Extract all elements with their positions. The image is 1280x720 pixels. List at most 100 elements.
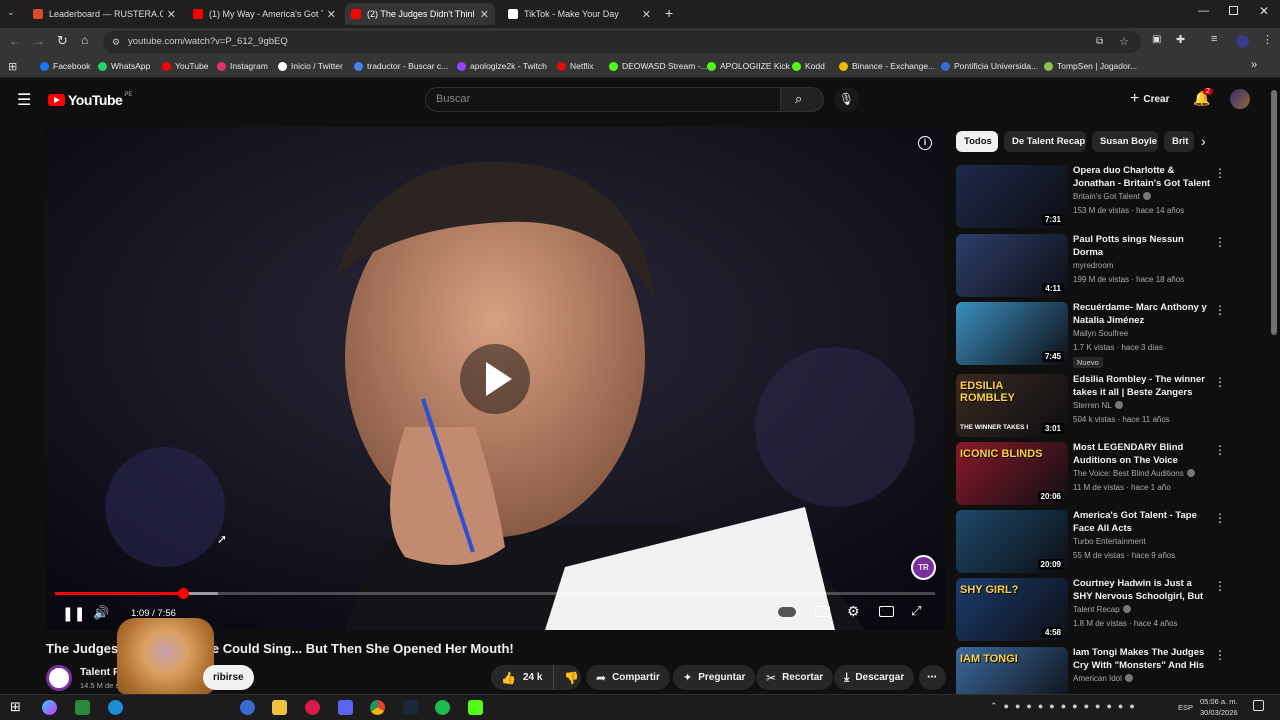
clock-time[interactable]: 05:06 a. m.: [1200, 697, 1238, 706]
browser-tab[interactable]: Leaderboard — RUSTERA.CO | ✕: [27, 3, 182, 25]
bookmark-item[interactable]: Instagram: [217, 61, 268, 71]
recommendation-channel[interactable]: The Voice: Best Blind Auditions: [1073, 469, 1195, 478]
bookmark-item[interactable]: Binance - Exchange...: [839, 61, 935, 71]
steam-icon[interactable]: [403, 700, 418, 715]
recommendation-item[interactable]: 4:11 Paul Potts sings Nessun Dorma myredro…: [956, 234, 1272, 298]
clock-date[interactable]: 30/03/2026: [1200, 708, 1238, 717]
dislike-button[interactable]: 👎: [553, 665, 581, 690]
recommendation-channel[interactable]: American Idol: [1073, 674, 1133, 683]
scrollbar-thumb[interactable]: [1271, 90, 1277, 335]
bookmark-item[interactable]: Kodd: [792, 61, 825, 71]
browser-menu-icon[interactable]: ⋮: [1262, 33, 1273, 46]
bookmark-item[interactable]: WhatsApp: [98, 61, 150, 71]
fullscreen-icon[interactable]: ⤢: [911, 603, 921, 619]
like-button[interactable]: 👍 24 k: [491, 665, 553, 690]
tab-close-icon[interactable]: ✕: [642, 8, 651, 21]
app-icon[interactable]: [240, 700, 255, 715]
extensions-puzzle-icon[interactable]: ✚: [1176, 33, 1185, 46]
filter-chip[interactable]: Brit: [1164, 131, 1194, 152]
recommendation-item[interactable]: 20:09 America's Got Talent - Tape Face Al…: [956, 510, 1272, 574]
recommendation-item[interactable]: ICONIC BLINDS 20:06 Most LEGENDARY Blind A…: [956, 442, 1272, 506]
tab-close-icon[interactable]: ✕: [480, 8, 489, 21]
profile-avatar[interactable]: [1236, 35, 1249, 48]
create-button[interactable]: + Crear: [1122, 87, 1177, 111]
progress-scrubber[interactable]: [177, 588, 189, 599]
more-actions-button[interactable]: ⋯: [919, 665, 946, 690]
recommendation-title[interactable]: Most LEGENDARY Blind Auditions on The Vo…: [1073, 442, 1213, 467]
more-options-icon[interactable]: ⋮: [1214, 235, 1226, 249]
bookmark-item[interactable]: APOLOGIIZE Kick: [707, 61, 790, 71]
guide-menu-icon[interactable]: ☰: [17, 90, 31, 110]
bookmark-item[interactable]: traductor - Buscar c...: [354, 61, 448, 71]
more-options-icon[interactable]: ⋮: [1214, 579, 1226, 593]
language-indicator[interactable]: ESP: [1178, 703, 1193, 712]
clip-button[interactable]: ✂ Recortar: [756, 665, 834, 690]
start-icon[interactable]: ⊞: [10, 699, 21, 715]
kick-icon[interactable]: [468, 700, 483, 715]
tray-icons[interactable]: ⌃●●●●●●●●●●●●: [990, 701, 1141, 712]
more-options-icon[interactable]: ⋮: [1214, 648, 1226, 662]
copilot-icon[interactable]: [42, 700, 57, 715]
more-options-icon[interactable]: ⋮: [1214, 166, 1226, 180]
subtitles-icon[interactable]: [815, 606, 830, 617]
more-options-icon[interactable]: ⋮: [1214, 511, 1226, 525]
recommendation-title[interactable]: Recuérdame- Marc Anthony y Natalia Jimén…: [1073, 302, 1213, 327]
forward-icon[interactable]: →: [33, 34, 45, 48]
play-button[interactable]: [460, 344, 530, 414]
video-thumbnail[interactable]: EDSILIA ROMBLEY THE WINNER TAKES I 3:01: [956, 374, 1068, 437]
recommendation-title[interactable]: America's Got Talent - Tape Face All Act…: [1073, 510, 1213, 535]
install-app-icon[interactable]: ⧉: [1096, 31, 1103, 53]
ask-button[interactable]: ✦ Preguntar: [673, 665, 756, 690]
opera-icon[interactable]: [305, 700, 320, 715]
chrome-icon[interactable]: [370, 700, 385, 715]
spotify-icon[interactable]: [435, 700, 450, 715]
youtube-logo[interactable]: YouTube PE: [48, 92, 132, 108]
video-player[interactable]: i TR ❚❚ 🔊 1:09 / 7:56 ⚙ ⤢: [45, 127, 945, 630]
account-avatar[interactable]: [1230, 89, 1250, 109]
video-thumbnail[interactable]: 20:09: [956, 510, 1068, 573]
recommendation-channel[interactable]: Britain's Got Talent: [1073, 192, 1151, 201]
discord-icon[interactable]: [338, 700, 353, 715]
bookmark-item[interactable]: Netflix: [557, 61, 594, 71]
browser-tab[interactable]: TikTok - Make Your Day ✕: [502, 3, 657, 25]
video-thumbnail[interactable]: 7:31: [956, 165, 1068, 228]
back-icon[interactable]: ←: [9, 34, 21, 48]
home-icon[interactable]: ⌂: [81, 33, 88, 47]
recommendation-item[interactable]: SHY GIRL? 4:58 Courtney Hadwin is Just a S…: [956, 578, 1272, 642]
page-scrollbar[interactable]: [1270, 90, 1278, 690]
tab-search-icon[interactable]: ⌄: [7, 7, 15, 18]
voice-search-icon[interactable]: 🎙: [834, 87, 859, 112]
close-window-icon[interactable]: ✕: [1259, 4, 1269, 18]
recommendation-item[interactable]: EDSILIA ROMBLEY THE WINNER TAKES I 3:01 Eds…: [956, 374, 1272, 438]
filter-chip[interactable]: Todos: [956, 131, 998, 152]
notification-center-icon[interactable]: [1253, 700, 1264, 711]
more-options-icon[interactable]: ⋮: [1214, 303, 1226, 317]
address-bar[interactable]: ⚙ youtube.com/watch?v=P_612_9gbEQ ⧉ ☆: [103, 31, 1141, 53]
filter-chip[interactable]: De Talent Recap: [1004, 131, 1086, 152]
video-thumbnail[interactable]: ICONIC BLINDS 20:06: [956, 442, 1068, 505]
recommendation-channel[interactable]: Sterren NL: [1073, 401, 1123, 410]
browser-tab[interactable]: (1) My Way - America's Got Tale ✕: [187, 3, 342, 25]
bookmark-item[interactable]: DEOWASD Stream -...: [609, 61, 708, 71]
recommendation-title[interactable]: Edsilia Rombley - The winner takes it al…: [1073, 374, 1213, 400]
video-thumbnail[interactable]: SHY GIRL? 4:58: [956, 578, 1068, 641]
site-info-icon[interactable]: ⚙: [112, 31, 120, 53]
recommendation-channel[interactable]: myredroom: [1073, 261, 1113, 270]
recommendation-item[interactable]: 7:45 Recuérdame- Marc Anthony y Natalia J…: [956, 302, 1272, 368]
extension-icon[interactable]: ▣: [1152, 34, 1161, 45]
download-button[interactable]: ⤓ Descargar: [834, 665, 915, 690]
recommendation-channel[interactable]: Talent Recap: [1073, 605, 1131, 614]
channel-watermark[interactable]: TR: [911, 555, 936, 580]
file-explorer-icon[interactable]: [272, 700, 287, 715]
recommendation-title[interactable]: Iam Tongi Makes The Judges Cry With "Mon…: [1073, 647, 1213, 673]
video-thumbnail[interactable]: 7:45: [956, 302, 1068, 365]
bookmark-item[interactable]: YouTube: [162, 61, 208, 71]
more-bookmarks-icon[interactable]: »: [1251, 59, 1257, 71]
recommendation-item[interactable]: 7:31 Opera duo Charlotte & Jonathan - Bri…: [956, 165, 1272, 229]
recommendation-channel[interactable]: Turbo Entertainment: [1073, 537, 1146, 546]
recommendation-title[interactable]: Opera duo Charlotte & Jonathan - Britain…: [1073, 165, 1213, 191]
search-input[interactable]: Buscar: [425, 87, 781, 112]
browser-tab[interactable]: (2) The Judges Didn't Thinl ✕: [345, 3, 495, 25]
bookmark-star-icon[interactable]: ☆: [1119, 31, 1129, 53]
subscribe-button[interactable]: ribirse: [203, 665, 254, 690]
